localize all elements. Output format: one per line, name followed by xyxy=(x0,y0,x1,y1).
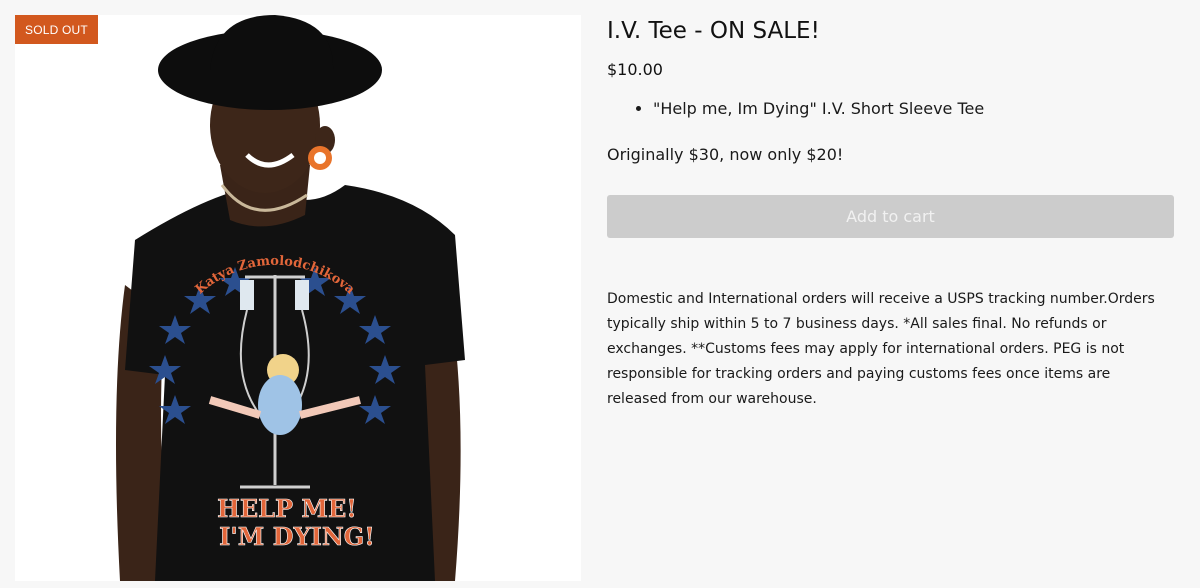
product-title: I.V. Tee - ON SALE! xyxy=(607,18,820,44)
shirt-slogan-line2: I'M DYING! xyxy=(219,522,375,551)
product-image[interactable]: Katya Zamolodchikova HELP ME! I'M DYING!… xyxy=(15,15,581,581)
feature-item: "Help me, Im Dying" I.V. Short Sleeve Te… xyxy=(653,99,1174,119)
product-page: Katya Zamolodchikova HELP ME! I'M DYING!… xyxy=(0,0,1200,588)
product-price: $10.00 xyxy=(607,60,663,79)
sale-note: Originally $30, now only $20! xyxy=(607,145,844,164)
product-photo: Katya Zamolodchikova HELP ME! I'M DYING! xyxy=(15,15,581,581)
sold-out-badge: SOLD OUT xyxy=(15,15,98,44)
shipping-info: Domestic and International orders will r… xyxy=(607,291,1155,407)
feature-list: "Help me, Im Dying" I.V. Short Sleeve Te… xyxy=(607,99,1174,119)
product-details: I.V. Tee - ON SALE! $10.00 "Help me, Im … xyxy=(607,15,1174,412)
shirt-slogan-line1: HELP ME! xyxy=(217,494,357,523)
add-to-cart-button[interactable]: Add to cart xyxy=(607,195,1174,238)
